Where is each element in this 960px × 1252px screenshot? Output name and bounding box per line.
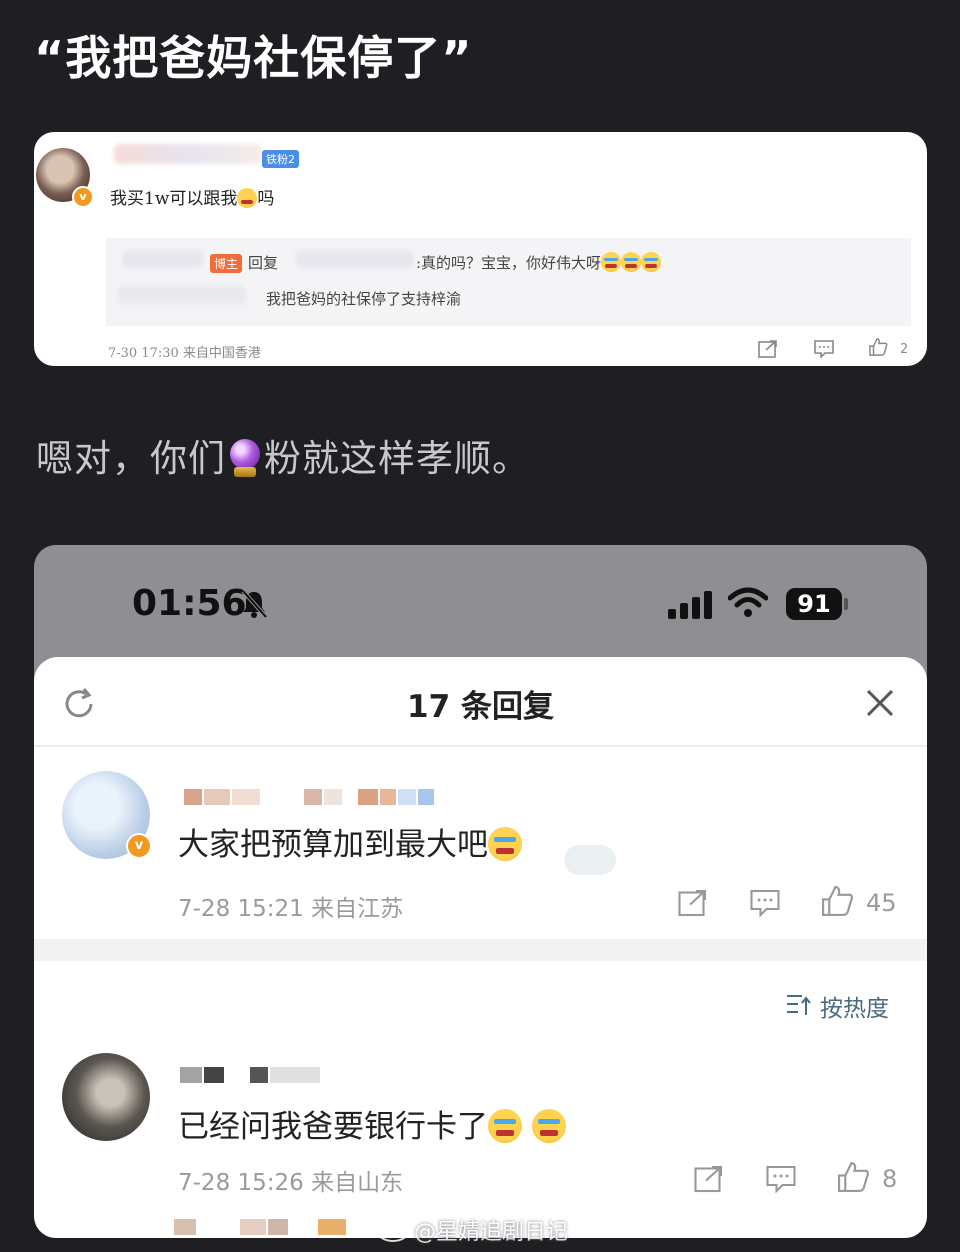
verified-badge-icon: v: [72, 186, 94, 208]
comment-meta: 7-30 17:30 来自中国香港: [108, 346, 261, 361]
blurred-username: [122, 250, 204, 268]
blurred-username: [118, 286, 246, 304]
post-title: “我把爸妈社保停了”: [34, 31, 473, 85]
sheet-title: 17 条回复: [407, 689, 554, 725]
divider: [34, 745, 927, 747]
battery-tip: [844, 598, 848, 610]
crystal-ball-icon: [228, 439, 262, 479]
comment-icon[interactable]: [750, 889, 780, 917]
blurred-username: [296, 250, 414, 268]
like-icon[interactable]: [868, 338, 888, 356]
like-icon[interactable]: [836, 1161, 870, 1193]
fans-badge: 铁粉2: [262, 150, 299, 168]
like-count: 45: [866, 889, 897, 917]
blurred-username: [184, 789, 484, 805]
crying-emoji-icon: [641, 252, 662, 272]
crying-emoji-icon: [488, 1109, 522, 1143]
comment-icon[interactable]: [766, 1165, 796, 1193]
comment-icon[interactable]: [814, 340, 834, 358]
share-icon[interactable]: [678, 889, 708, 917]
comment-screenshot-card: v 铁粉2 我买1w可以跟我吗 博主 回复 :真的吗？宝宝，你好伟大呀 我把爸妈…: [34, 132, 927, 366]
cell-signal-icon: [668, 591, 712, 619]
quoted-reply[interactable]: 博主 回复 :真的吗？宝宝，你好伟大呀 我把爸妈的社保停了支持梓渝: [106, 238, 911, 326]
bell-muted-icon: [241, 589, 268, 619]
like-count: 2: [900, 342, 909, 357]
reply-text: 大家把预算加到最大吧: [178, 819, 522, 864]
comment-text-body: 我买1w可以跟我: [110, 189, 238, 209]
bubble-decoration: [564, 845, 616, 875]
reply-text-body: 大家把预算加到最大吧: [178, 827, 488, 863]
comment-text: 我买1w可以跟我吗: [110, 184, 274, 209]
battery-indicator: 91: [786, 588, 842, 620]
weibo-icon: [376, 1218, 410, 1242]
reply-meta: 7-28 15:26 来自山东: [178, 1170, 404, 1196]
watermark-text: @星婧追剧日记: [414, 1220, 569, 1245]
reply-text-body: 已经问我爸要银行卡了: [178, 1109, 488, 1145]
share-icon[interactable]: [694, 1165, 724, 1193]
like-icon[interactable]: [820, 885, 854, 917]
share-icon[interactable]: [758, 340, 778, 358]
sort-icon[interactable]: [786, 993, 812, 1017]
blogger-tag: 博主: [210, 254, 243, 273]
verified-badge-icon: v: [126, 833, 152, 859]
avatar[interactable]: [62, 1053, 150, 1141]
reply-text: 已经问我爸要银行卡了: [178, 1101, 566, 1146]
reply-meta: 7-28 15:21 来自江苏: [178, 896, 404, 922]
crying-emoji-icon: [531, 1109, 566, 1143]
comment-text-tail: 吗: [257, 189, 275, 209]
reply-text-body: :真的吗？宝宝，你好伟大呀: [416, 254, 602, 272]
reply-label: 回复: [248, 254, 279, 272]
like-count: 8: [882, 1165, 898, 1193]
wifi-icon: [728, 587, 768, 617]
reply-text-line2: 我把爸妈的社保停了支持梓渝: [266, 290, 462, 308]
close-icon[interactable]: [864, 687, 896, 719]
status-time: 01:56: [132, 583, 247, 624]
section-divider: [34, 939, 927, 961]
reply-text: :真的吗？宝宝，你好伟大呀: [416, 252, 662, 273]
blurred-username: [114, 144, 262, 164]
emoji-icon: [237, 188, 258, 208]
caption-text: 嗯对，你们 粉就这样孝顺。: [36, 428, 530, 482]
crying-emoji-icon: [601, 252, 622, 272]
blurred-username: [180, 1067, 360, 1083]
caption-text-end: 粉就这样孝顺。: [264, 437, 530, 480]
phone-screenshot-card: 01:56 91 17 条回复 v 大家把预算加到最大吧 7-28 15:21 …: [34, 545, 927, 1238]
crying-emoji-icon: [621, 252, 642, 272]
crying-emoji-icon: [488, 827, 522, 861]
sort-by-hot-button[interactable]: 按热度: [820, 989, 889, 1023]
caption-text-start: 嗯对，你们: [36, 437, 226, 480]
replies-sheet: 17 条回复 v 大家把预算加到最大吧 7-28 15:21 来自江苏 45 按…: [34, 657, 927, 1238]
watermark: @星婧追剧日记: [376, 1214, 568, 1246]
